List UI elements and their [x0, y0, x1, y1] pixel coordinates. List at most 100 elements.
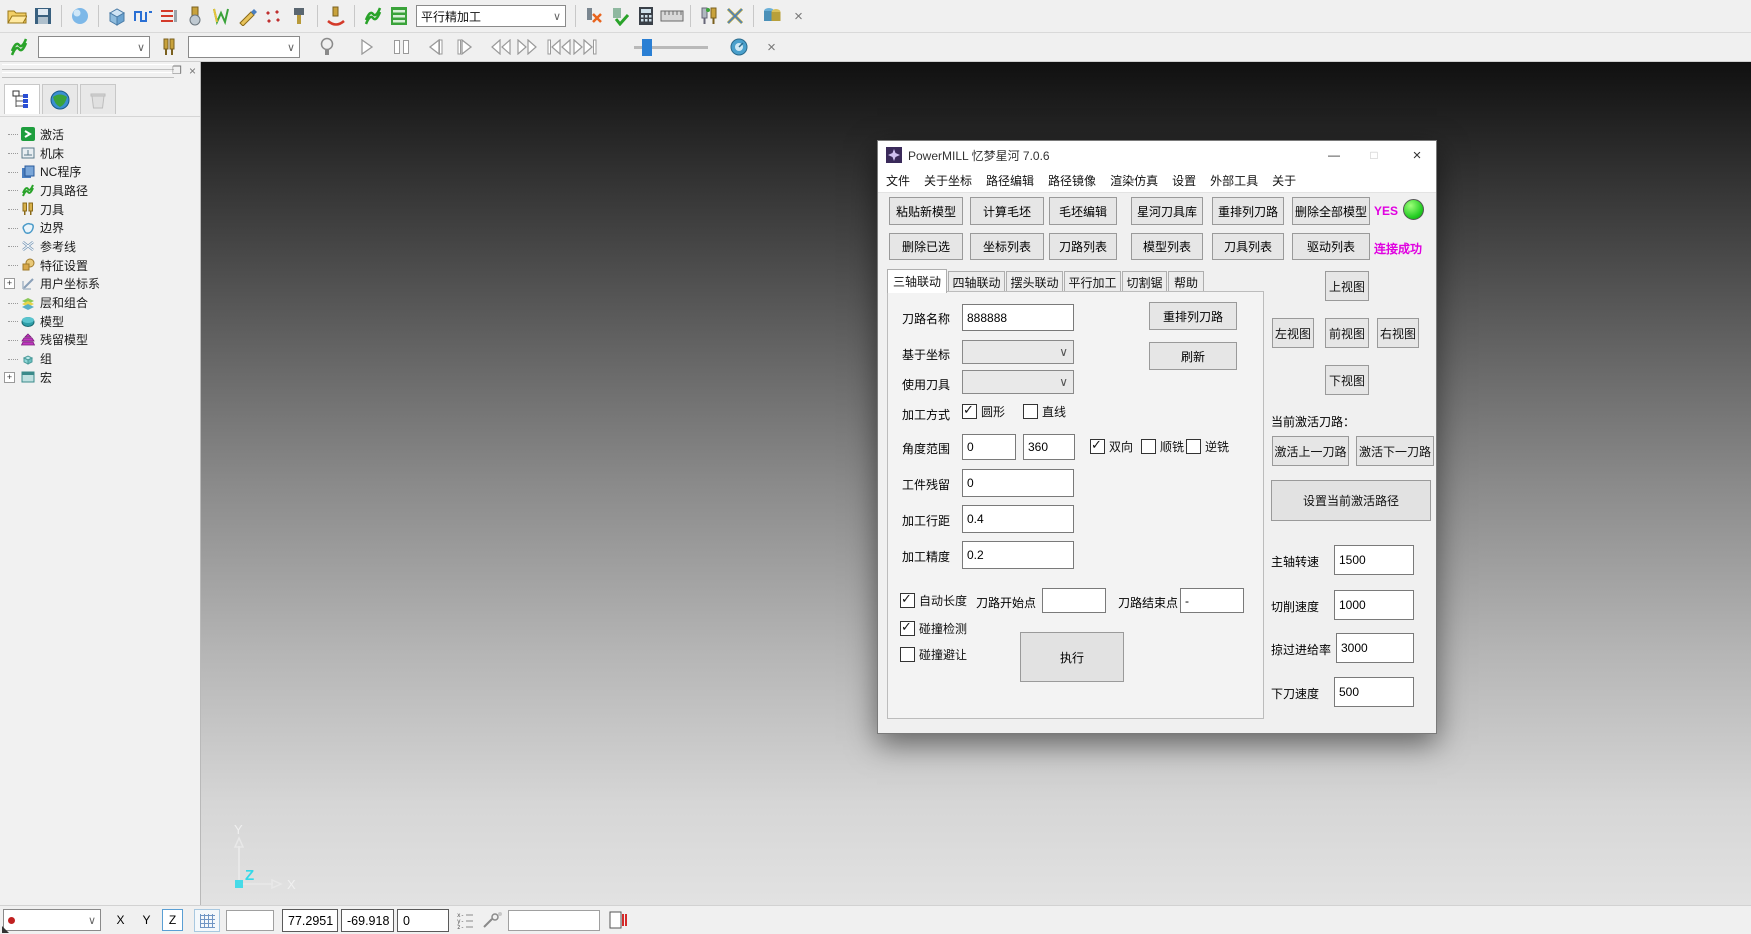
tree-item-workplanes[interactable]: +用户坐标系	[4, 275, 200, 294]
panel-grip[interactable]	[2, 72, 174, 78]
fast-forward-icon[interactable]	[514, 34, 540, 60]
plunge-feed-input[interactable]	[1334, 677, 1414, 707]
paste-new-model-button[interactable]: 粘贴新模型	[889, 197, 963, 225]
grid-toggle-button[interactable]	[194, 909, 220, 932]
tool-swap-icon[interactable]	[722, 3, 748, 29]
tree-item-stock-models[interactable]: 残留模型	[4, 331, 200, 350]
tree-item-machine[interactable]: 机床	[4, 144, 200, 163]
tool-dropdown[interactable]: ∨	[962, 370, 1074, 394]
sim-speed-slider[interactable]	[634, 46, 708, 49]
menu-settings[interactable]: 设置	[1172, 172, 1196, 189]
tree-item-macros[interactable]: +宏	[4, 368, 200, 387]
activate-next-button[interactable]: 激活下一刀路	[1356, 436, 1434, 466]
menu-coords[interactable]: 关于坐标	[924, 172, 972, 189]
tree-item-boundaries[interactable]: 边界	[4, 218, 200, 237]
save-project-icon[interactable]	[30, 3, 56, 29]
left-view-button[interactable]: 左视图	[1272, 318, 1314, 348]
menu-path-edit[interactable]: 路径编辑	[986, 172, 1034, 189]
menu-about[interactable]: 关于	[1272, 172, 1296, 189]
go-to-end-icon[interactable]	[572, 34, 598, 60]
bottom-view-button[interactable]: 下视图	[1325, 365, 1369, 395]
tool-list-button[interactable]: 刀具列表	[1212, 233, 1284, 260]
tree-item-tools[interactable]: 刀具	[4, 200, 200, 219]
axis-y-button[interactable]: Y	[136, 909, 157, 931]
tree-item-activate[interactable]: 激活	[4, 125, 200, 144]
collision-check-checkbox[interactable]	[900, 621, 915, 636]
tool-library-button[interactable]: 星河刀具库	[1131, 197, 1203, 225]
toolpath-name-input[interactable]	[962, 304, 1074, 331]
block-icon[interactable]	[104, 3, 130, 29]
raster-strategy-icon[interactable]	[130, 3, 156, 29]
spindle-speed-input[interactable]	[1334, 545, 1414, 575]
measure-icon[interactable]	[659, 3, 685, 29]
cancel-toolpath-icon[interactable]	[581, 3, 607, 29]
boundary-w-icon[interactable]	[208, 3, 234, 29]
sim-clock-icon[interactable]	[726, 34, 752, 60]
set-active-path-button[interactable]: 设置当前激活路径	[1271, 480, 1431, 521]
auto-length-checkbox[interactable]	[900, 593, 915, 608]
refresh-button[interactable]: 刷新	[1149, 342, 1237, 370]
activate-prev-button[interactable]: 激活上一刀路	[1272, 436, 1349, 466]
tree-item-models[interactable]: 模型	[4, 312, 200, 331]
clipboard-status-icon[interactable]	[608, 910, 628, 933]
end-point-input[interactable]	[1180, 588, 1244, 613]
close-button[interactable]: ×	[1398, 141, 1436, 169]
probe-dropdown[interactable]: ∨	[3, 909, 101, 931]
pattern-pencil-icon[interactable]	[234, 3, 260, 29]
expand-icon[interactable]: +	[4, 278, 15, 289]
stepover-input[interactable]	[962, 505, 1074, 533]
block-edit-button[interactable]: 毛坯编辑	[1049, 197, 1117, 225]
pause-icon[interactable]	[388, 34, 414, 60]
tool-ball-icon[interactable]	[182, 3, 208, 29]
front-view-button[interactable]: 前视图	[1325, 318, 1369, 348]
step-back-icon[interactable]	[422, 34, 448, 60]
tree-item-groups[interactable]: 组	[4, 349, 200, 368]
go-to-start-icon[interactable]	[546, 34, 572, 60]
tab-help[interactable]: 帮助	[1168, 271, 1204, 293]
drive-list-button[interactable]: 驱动列表	[1292, 233, 1370, 260]
shaded-view-icon[interactable]	[67, 3, 93, 29]
delete-all-models-button[interactable]: 删除全部模型	[1292, 197, 1370, 225]
angle-end-input[interactable]	[1023, 434, 1075, 460]
angle-start-input[interactable]	[962, 434, 1016, 460]
float-panel-icon[interactable]: ❐	[172, 64, 182, 77]
top-view-button[interactable]: 上视图	[1325, 271, 1369, 301]
toolpath-list-button[interactable]: 刀路列表	[1049, 233, 1117, 260]
minimize-button[interactable]: —	[1318, 141, 1350, 169]
conventional-checkbox[interactable]	[1186, 439, 1201, 454]
model-list-button[interactable]: 模型列表	[1131, 233, 1203, 260]
compare-models-icon[interactable]	[759, 3, 785, 29]
close-sim-toolbar-icon[interactable]: ×	[758, 34, 784, 60]
axis-z-button[interactable]: Z	[162, 909, 183, 931]
expand-icon[interactable]: +	[4, 372, 15, 383]
probe-icon[interactable]	[482, 911, 504, 932]
delete-selected-button[interactable]: 删除已选	[889, 233, 963, 260]
active-strategy-dropdown[interactable]: 平行精加工 ∨	[416, 5, 566, 27]
rearrange-button[interactable]: 重排列刀路	[1149, 302, 1237, 330]
rewind-icon[interactable]	[488, 34, 514, 60]
dialog-titlebar[interactable]: PowerMILL 忆梦星河 7.0.6 — □ ×	[878, 141, 1436, 169]
coord-list-button[interactable]: 坐标列表	[970, 233, 1044, 260]
grid-size-input[interactable]	[226, 910, 274, 931]
right-view-button[interactable]: 右视图	[1377, 318, 1419, 348]
tab-4axis[interactable]: 四轴联动	[948, 271, 1005, 293]
tree-item-patterns[interactable]: 参考线	[4, 237, 200, 256]
lamp-icon[interactable]	[314, 34, 340, 60]
collision-avoid-checkbox[interactable]	[900, 647, 915, 662]
play-icon[interactable]	[354, 34, 380, 60]
resize-corner[interactable]	[2, 926, 9, 933]
accept-toolpath-icon[interactable]	[607, 3, 633, 29]
bidirectional-checkbox[interactable]	[1090, 439, 1105, 454]
menu-render-sim[interactable]: 渲染仿真	[1110, 172, 1158, 189]
tab-recycle-bin[interactable]	[80, 84, 116, 114]
start-point-input[interactable]	[1042, 588, 1106, 613]
stock-input[interactable]	[962, 469, 1074, 497]
tree-item-toolpaths[interactable]: 刀具路径	[4, 181, 200, 200]
tree-item-levels-sets[interactable]: 层和组合	[4, 293, 200, 312]
panel-grip[interactable]	[2, 64, 174, 70]
tab-saw[interactable]: 切割锯	[1122, 271, 1167, 293]
circle-checkbox[interactable]	[962, 404, 977, 419]
rearrange-toolpaths-button[interactable]: 重排列刀路	[1212, 197, 1284, 225]
coord-dropdown[interactable]: ∨	[962, 340, 1074, 364]
execute-button[interactable]: 执行	[1020, 632, 1124, 682]
